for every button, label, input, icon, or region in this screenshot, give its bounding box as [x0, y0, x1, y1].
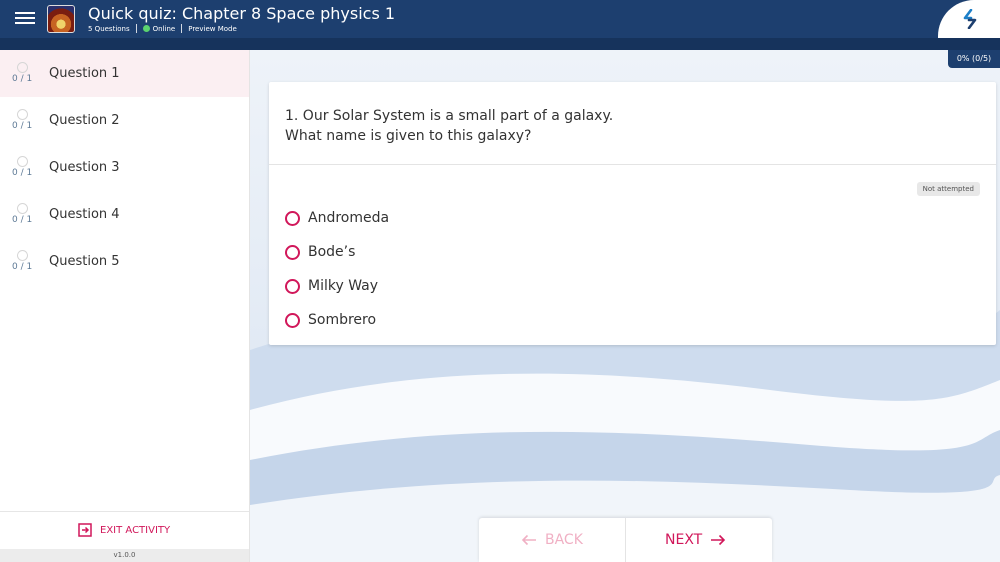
- sidebar-divider: [0, 511, 249, 512]
- online-dot-icon: [142, 24, 150, 32]
- sidebar-item-question-3[interactable]: 0 / 1 Question 3: [0, 144, 249, 191]
- card-divider: [269, 164, 996, 165]
- question-label: Question 1: [49, 66, 120, 81]
- question-status-icon: [17, 156, 28, 167]
- status-badge: Not attempted: [916, 182, 980, 196]
- answer-option-bodes[interactable]: Bode’s: [285, 242, 355, 262]
- question-score: 0 / 1: [12, 262, 33, 272]
- question-status-icon: [17, 62, 28, 73]
- next-button-label: NEXT: [665, 532, 703, 548]
- arrow-left-icon: [521, 534, 536, 546]
- question-label: Question 4: [49, 207, 120, 222]
- radio-button[interactable]: [285, 210, 300, 226]
- answer-option-label: Sombrero: [308, 312, 377, 328]
- arrow-right-icon: [711, 534, 726, 546]
- question-score: 0 / 1: [12, 215, 33, 225]
- sidebar-item-question-2[interactable]: 0 / 1 Question 2: [0, 97, 249, 144]
- exit-activity-label: EXIT ACTIVITY: [100, 524, 171, 536]
- question-label: Question 5: [49, 254, 120, 269]
- logo-tab: [938, 0, 1000, 38]
- activity-thumbnail: [47, 5, 75, 33]
- radio-button[interactable]: [285, 278, 300, 294]
- online-status: Online: [142, 24, 176, 33]
- preview-mode-label: Preview Mode: [188, 24, 237, 33]
- radio-button[interactable]: [285, 244, 300, 260]
- question-score: 0 / 1: [12, 168, 33, 178]
- question-line-1: 1. Our Solar System is a small part of a…: [285, 108, 614, 124]
- question-status-icon: [17, 109, 28, 120]
- nav-divider: [625, 518, 626, 562]
- header-subtitle: 5 Questions Online Preview Mode: [88, 24, 237, 33]
- question-navigation: BACK NEXT: [479, 518, 772, 562]
- radio-button[interactable]: [285, 312, 300, 328]
- page-title: Quick quiz: Chapter 8 Space physics 1: [88, 4, 396, 23]
- question-card: 1. Our Solar System is a small part of a…: [269, 82, 996, 345]
- question-score: 0 / 1: [12, 74, 33, 84]
- exit-activity-button[interactable]: EXIT ACTIVITY: [78, 522, 170, 538]
- question-status-icon: [17, 203, 28, 214]
- question-score: 0 / 1: [12, 121, 33, 131]
- answer-option-label: Andromeda: [308, 210, 390, 226]
- top-bar: Quick quiz: Chapter 8 Space physics 1 5 …: [0, 0, 1000, 38]
- question-label: Question 3: [49, 160, 120, 175]
- question-text: 1. Our Solar System is a small part of a…: [285, 106, 945, 146]
- sidebar-item-question-5[interactable]: 0 / 1 Question 5: [0, 238, 249, 285]
- divider: [181, 24, 183, 33]
- exit-icon: [78, 523, 92, 537]
- version-label: v1.0.0: [0, 549, 249, 562]
- back-button-label: BACK: [545, 532, 583, 548]
- question-sidebar: 0 / 1 Question 1 0 / 1 Question 2 0 / 1 …: [0, 50, 250, 562]
- answer-option-andromeda[interactable]: Andromeda: [285, 208, 389, 228]
- answer-option-sombrero[interactable]: Sombrero: [285, 310, 376, 330]
- question-status-icon: [17, 250, 28, 261]
- answer-option-label: Milky Way: [308, 278, 379, 294]
- sidebar-item-question-1[interactable]: 0 / 1 Question 1: [0, 50, 249, 97]
- progress-indicator: 0% (0/5): [948, 50, 1000, 68]
- hamburger-menu-icon[interactable]: [12, 9, 38, 29]
- sidebar-item-question-4[interactable]: 0 / 1 Question 4: [0, 191, 249, 238]
- question-line-2: What name is given to this galaxy?: [285, 128, 532, 144]
- back-button[interactable]: BACK: [521, 518, 583, 562]
- question-count: 5 Questions: [88, 24, 130, 33]
- answer-option-milky-way[interactable]: Milky Way: [285, 276, 378, 296]
- header-strip: [0, 38, 1000, 50]
- online-status-label: Online: [152, 24, 176, 33]
- divider: [135, 24, 137, 33]
- app-logo-icon: [963, 9, 977, 29]
- question-label: Question 2: [49, 113, 120, 128]
- next-button[interactable]: NEXT: [665, 518, 726, 562]
- answer-option-label: Bode’s: [308, 244, 356, 260]
